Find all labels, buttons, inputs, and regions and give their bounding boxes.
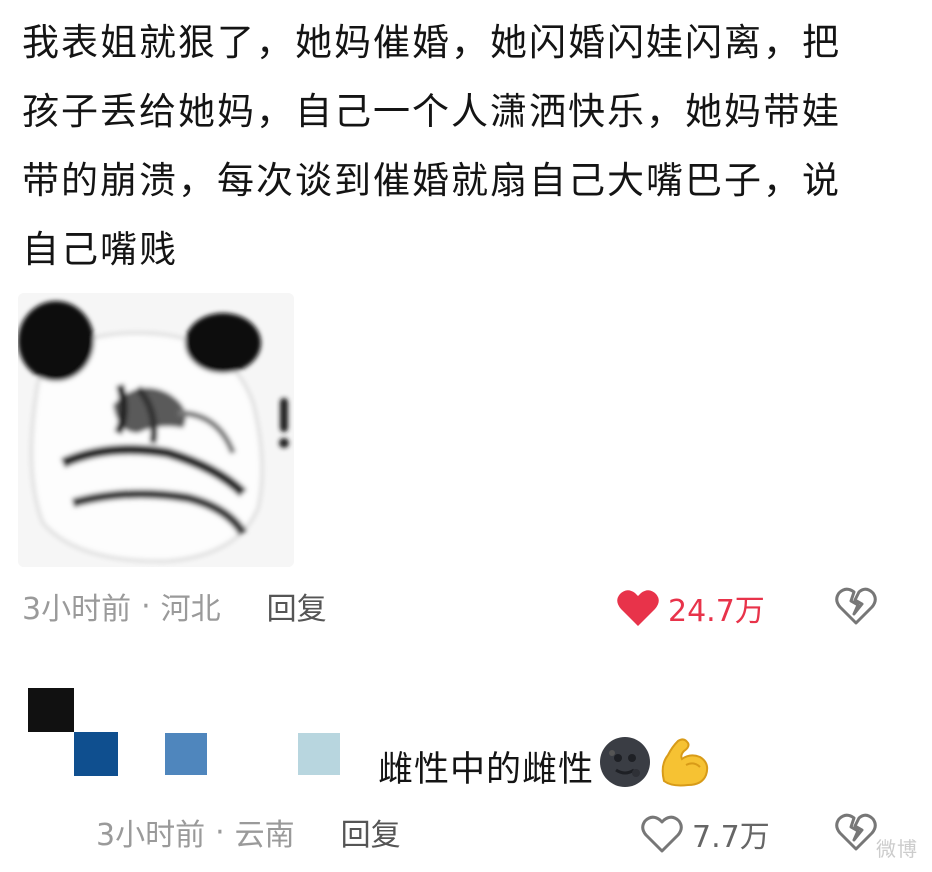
reply-button[interactable]: 回复 bbox=[267, 584, 327, 628]
broken-heart-icon bbox=[835, 813, 877, 851]
panda-face-icon bbox=[18, 293, 294, 567]
comment-time: 3小时前 bbox=[22, 592, 132, 627]
heart-outline-icon bbox=[641, 815, 683, 853]
like-count: 24.7万 bbox=[668, 594, 765, 629]
sub-reply-like-count: 7.7万 bbox=[692, 820, 770, 855]
comment-meta: 3小时前 · 河北 回复 bbox=[22, 584, 327, 628]
new-moon-face-emoji bbox=[598, 735, 652, 798]
comment-line: 孩子丢给她妈，自己一个人潇洒快乐，她妈带娃 bbox=[22, 90, 841, 133]
sub-reply-text: 雌性中的雌性 bbox=[378, 735, 712, 798]
sub-reply-dislike-button[interactable] bbox=[834, 812, 878, 856]
meta-separator: · bbox=[141, 588, 151, 624]
like-button[interactable]: 24.7万 bbox=[616, 586, 765, 630]
pixelated-avatar bbox=[165, 733, 207, 775]
comment-line: 带的崩溃，每次谈到催婚就扇自己大嘴巴子，说 bbox=[22, 159, 841, 202]
sub-reply-meta: 3小时前 · 云南 回复 bbox=[96, 810, 401, 854]
comment-line: 自己嘴贱 bbox=[22, 228, 178, 271]
pixelated-avatar[interactable] bbox=[28, 688, 128, 780]
meta-separator: · bbox=[215, 814, 225, 850]
sub-reply-location: 云南 bbox=[234, 818, 295, 853]
watermark: 微博 bbox=[876, 837, 918, 861]
comment-location: 河北 bbox=[160, 592, 221, 627]
heart-filled-icon bbox=[617, 590, 659, 626]
sub-reply-time: 3小时前 bbox=[96, 818, 206, 853]
flexed-biceps-emoji bbox=[656, 735, 712, 798]
sub-reply-reply-button[interactable]: 回复 bbox=[341, 810, 401, 854]
comment-line: 我表姐就狠了，她妈催婚，她闪婚闪娃闪离，把 bbox=[22, 21, 841, 64]
sub-reply-content: 雌性中的雌性 bbox=[378, 750, 595, 790]
sub-reply-like-button[interactable]: 7.7万 bbox=[640, 812, 770, 856]
pixelated-avatar bbox=[298, 733, 340, 775]
panda-meme-sticker[interactable] bbox=[18, 293, 294, 567]
comment-text: 我表姐就狠了，她妈催婚，她闪婚闪娃闪离，把 孩子丢给她妈，自己一个人潇洒快乐，她… bbox=[22, 8, 902, 284]
broken-heart-icon bbox=[835, 587, 877, 625]
dislike-button[interactable] bbox=[834, 586, 878, 630]
